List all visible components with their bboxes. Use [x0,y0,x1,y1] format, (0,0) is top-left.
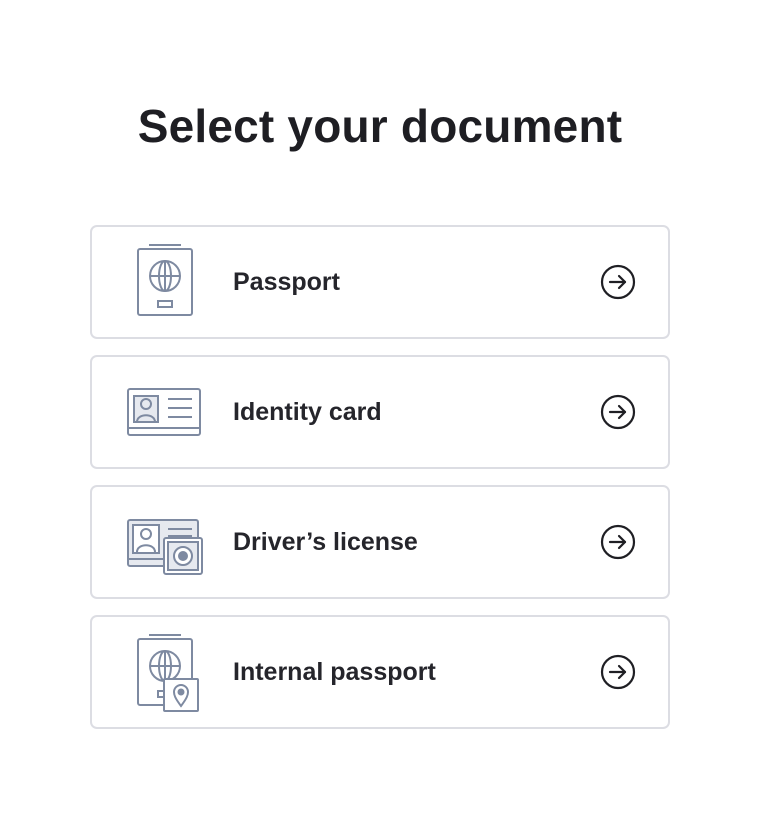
document-label: Internal passport [233,658,436,686]
arrow-right-circle-icon [600,394,636,430]
document-label: Driver’s license [233,528,418,556]
arrow-right-circle-icon [600,264,636,300]
document-option-identity-card[interactable]: Identity card [90,355,670,469]
drivers-license-icon [124,503,204,583]
arrow-right-circle-icon [600,524,636,560]
document-list: Passport Identity card Driver’s license … [90,225,670,745]
document-option-drivers-license[interactable]: Driver’s license [90,485,670,599]
document-option-passport[interactable]: Passport [90,225,670,339]
identity-card-icon [124,373,204,453]
page-title: Select your document [137,100,623,152]
arrow-right-circle-icon [600,654,636,690]
document-label: Passport [233,268,340,296]
passport-icon [124,243,204,323]
document-option-internal-passport[interactable]: Internal passport [90,615,670,729]
document-label: Identity card [233,398,382,426]
internal-passport-icon [124,633,204,713]
